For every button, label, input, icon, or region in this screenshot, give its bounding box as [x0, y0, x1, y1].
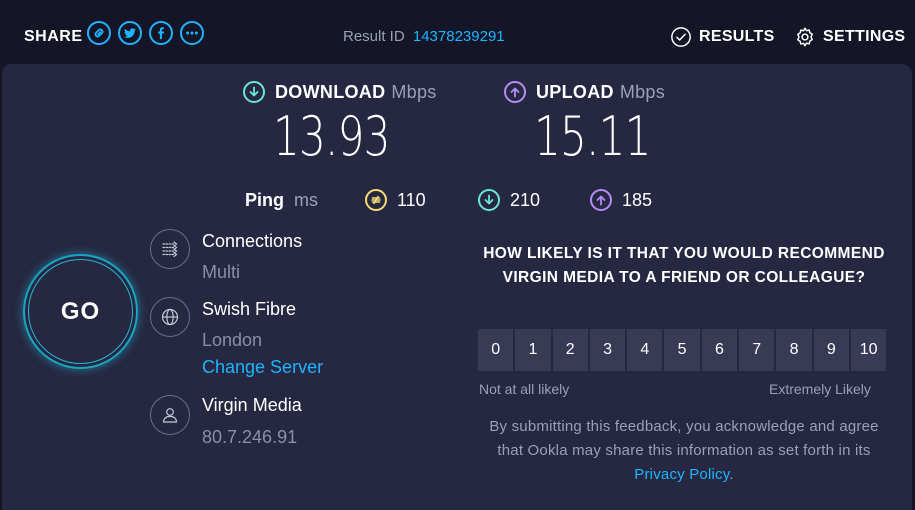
idle-latency-icon [365, 189, 387, 211]
rating-option[interactable]: 1 [515, 329, 551, 371]
share-icons [87, 21, 204, 45]
result-id: Result ID 14378239291 [343, 28, 505, 45]
top-bar: SHARE Result ID 14378239291 RESULTS SETT… [0, 0, 915, 64]
rating-option[interactable]: 5 [664, 329, 700, 371]
ping-upload-value: 185 [622, 189, 653, 210]
change-server-link[interactable]: Change Server [202, 357, 323, 378]
ping-download: 210 [478, 189, 540, 211]
check-circle-icon [671, 27, 691, 47]
scale-low-label: Not at all likely [479, 381, 570, 397]
upload-unit: Mbps [619, 81, 666, 102]
disclaimer-text: By submitting this feedback, you acknowl… [489, 418, 879, 459]
rating-option[interactable]: 3 [589, 329, 626, 371]
connections-icon[interactable] [150, 229, 190, 269]
share-label: SHARE [24, 28, 83, 45]
download-speed-value: 13.93 [273, 105, 390, 168]
upload-arrow-icon [504, 81, 526, 103]
download-header: DOWNLOAD Mbps [243, 81, 437, 103]
ping-idle: 110 [365, 189, 426, 211]
ping-upload: 185 [590, 189, 652, 211]
rating-option[interactable]: 10 [850, 329, 887, 371]
rating-option[interactable]: 4 [627, 329, 663, 371]
connections-title: Connections [202, 231, 303, 251]
result-id-value[interactable]: 14378239291 [413, 28, 505, 45]
ping-unit: ms [294, 190, 318, 210]
server-name: Swish Fibre [202, 299, 297, 319]
ping-idle-value: 110 [397, 189, 426, 210]
gear-icon [797, 27, 813, 47]
rating-option[interactable]: 8 [776, 329, 812, 371]
more-icon[interactable] [180, 21, 204, 45]
go-button[interactable]: GO [28, 259, 133, 364]
results-label: RESULTS [699, 28, 775, 45]
download-unit: Mbps [391, 81, 437, 102]
settings-label: SETTINGS [823, 28, 906, 45]
download-label: DOWNLOAD [275, 81, 386, 102]
rating-option[interactable]: 7 [739, 329, 775, 371]
server-location: London [202, 330, 263, 350]
rating-option[interactable]: 9 [813, 329, 849, 371]
globe-icon [150, 297, 190, 337]
settings-button[interactable]: SETTINGS [794, 26, 905, 48]
rating-scale: 0 1 2 3 4 5 6 7 8 9 10 [478, 329, 887, 371]
results-button[interactable]: RESULTS [670, 26, 775, 48]
upload-label: UPLOAD [536, 81, 614, 102]
survey-question: HOW LIKELY IS IT THAT YOU WOULD RECOMMEN… [483, 245, 885, 286]
ping-row: Ping ms 110 210 185 [245, 189, 685, 213]
download-arrow-icon [243, 81, 265, 103]
rating-option[interactable]: 6 [701, 329, 738, 371]
feedback-disclaimer: By submitting this feedback, you acknowl… [478, 415, 890, 487]
disclaimer-end: . [729, 466, 734, 483]
result-id-label: Result ID [343, 28, 405, 45]
isp-name: Virgin Media [202, 395, 302, 415]
rating-option[interactable]: 2 [552, 329, 588, 371]
facebook-icon[interactable] [149, 21, 173, 45]
rating-option[interactable]: 0 [478, 329, 514, 371]
twitter-icon[interactable] [118, 21, 142, 45]
isp-ip: 80.7.246.91 [202, 427, 298, 447]
upload-header: UPLOAD Mbps [504, 81, 665, 103]
ping-label: Ping [245, 190, 284, 210]
ping-download-value: 210 [510, 189, 541, 210]
connections-value: Multi [202, 262, 241, 282]
upload-speed-value: 15.11 [534, 105, 651, 168]
download-latency-icon [478, 189, 500, 211]
scale-high-label: Extremely Likely [769, 381, 871, 397]
user-icon [150, 395, 190, 435]
link-icon[interactable] [87, 21, 111, 45]
privacy-policy-link[interactable]: Privacy Policy [634, 466, 729, 483]
upload-latency-icon [590, 189, 612, 211]
